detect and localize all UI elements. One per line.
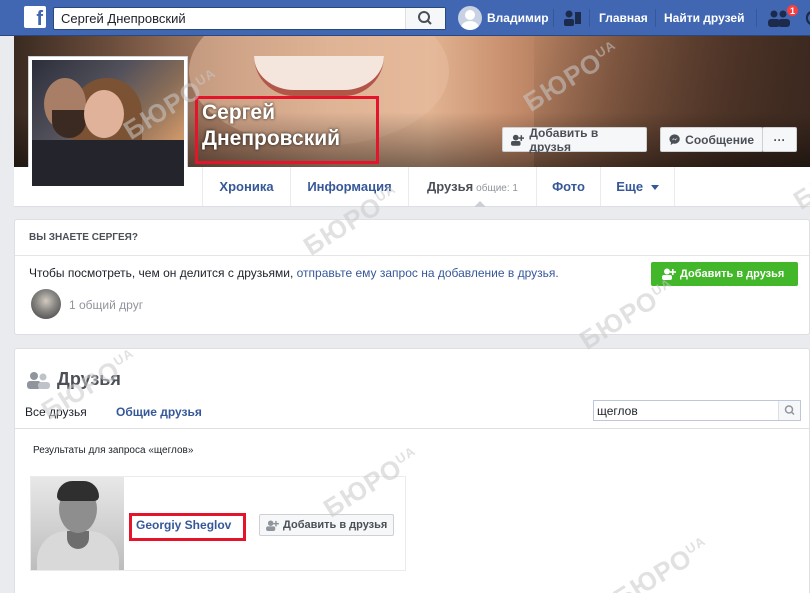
notification-badge: 1	[786, 4, 799, 17]
add-friend-button[interactable]: Добавить в друзья	[502, 125, 647, 154]
tab-photos[interactable]: Фото	[536, 167, 600, 206]
friends-search-box[interactable]	[593, 400, 801, 421]
mutual-friends-count[interactable]: 1 общий друг	[69, 298, 143, 312]
search-icon	[784, 405, 795, 416]
messenger-icon[interactable]	[800, 9, 810, 27]
add-friend-icon	[511, 134, 525, 146]
tab-friends[interactable]: Друзья общие: 1	[408, 167, 536, 206]
friends-section-header: Друзья	[27, 369, 121, 390]
nav-separator	[589, 9, 590, 27]
send-friend-request-link[interactable]: отправьте ему запрос на добавление в дру…	[297, 266, 559, 280]
add-friend-green-label: Добавить в друзья	[680, 268, 785, 280]
global-search-box[interactable]	[53, 7, 446, 30]
highlight-box-name	[195, 96, 379, 164]
more-options-dots-icon: ···	[773, 132, 786, 147]
nav-separator	[553, 9, 554, 27]
add-friend-green-button[interactable]: Добавить в друзья	[651, 262, 798, 286]
tab-timeline[interactable]: Хроника	[202, 167, 290, 206]
friends-section-title: Друзья	[57, 369, 121, 389]
friends-people-icon	[27, 371, 50, 389]
friends-divider	[15, 428, 809, 429]
messenger-bubble-icon	[669, 134, 680, 146]
nav-user-profile[interactable]: Владимир	[458, 6, 549, 30]
friends-search-input[interactable]	[594, 401, 774, 420]
add-friend-icon	[266, 519, 279, 531]
search-results-label: Результаты для запроса «щеглов»	[33, 445, 194, 456]
nav-user-name: Владимир	[487, 11, 549, 25]
nav-find-friends-link[interactable]: Найти друзей	[664, 11, 744, 25]
add-friend-icon	[662, 268, 676, 280]
do-you-know-text: Чтобы посмотреть, чем он делится с друзь…	[29, 266, 559, 280]
message-button[interactable]: Сообщение	[660, 127, 763, 152]
friend-result-add-label: Добавить в друзья	[283, 519, 388, 531]
tab-about[interactable]: Информация	[290, 167, 408, 206]
tab-friends-count: общие: 1	[476, 183, 518, 194]
add-friend-label: Добавить в друзья	[529, 125, 599, 154]
friends-search-button[interactable]	[778, 401, 800, 420]
cover-smile-shape	[254, 56, 384, 96]
facebook-logo-icon[interactable]: f	[24, 6, 46, 30]
do-you-know-text-prefix: Чтобы посмотреть, чем он делится с друзь…	[29, 266, 294, 280]
do-you-know-title: ВЫ ЗНАЕТЕ СЕРГЕЯ?	[29, 232, 138, 243]
friends-requests-people-icon[interactable]	[562, 8, 582, 28]
search-icon	[418, 11, 432, 25]
global-search-input[interactable]	[54, 8, 404, 29]
highlight-box-result-name	[129, 513, 246, 541]
more-options-button[interactable]: ···	[762, 127, 797, 152]
tab-all-friends[interactable]: Все друзья	[25, 405, 87, 419]
friends-card: Друзья Все друзья Общие друзья Результат…	[14, 348, 810, 593]
user-avatar	[458, 6, 482, 30]
mutual-friend-avatar[interactable]	[31, 289, 61, 319]
friend-result-add-button[interactable]: Добавить в друзья	[259, 514, 395, 536]
nav-home-link[interactable]: Главная	[599, 11, 648, 25]
nav-separator	[756, 9, 757, 27]
active-tab-indicator	[474, 201, 486, 207]
profile-picture[interactable]	[28, 56, 188, 190]
tab-mutual-friends[interactable]: Общие друзья	[116, 405, 202, 419]
friend-result-photo[interactable]	[31, 477, 124, 570]
tab-friends-label: Друзья	[427, 179, 474, 194]
chevron-down-icon	[650, 185, 659, 191]
top-navigation-bar: f Владимир Главная Найти друзей 1	[0, 0, 810, 36]
do-you-know-card: ВЫ ЗНАЕТЕ СЕРГЕЯ? Чтобы посмотреть, чем …	[14, 219, 810, 335]
card-divider	[15, 255, 809, 256]
tab-more[interactable]: Еще	[600, 167, 675, 206]
nav-separator	[655, 9, 656, 27]
message-label: Сообщение	[685, 132, 754, 147]
tab-more-label: Еще	[616, 179, 644, 194]
search-button[interactable]	[405, 8, 445, 29]
